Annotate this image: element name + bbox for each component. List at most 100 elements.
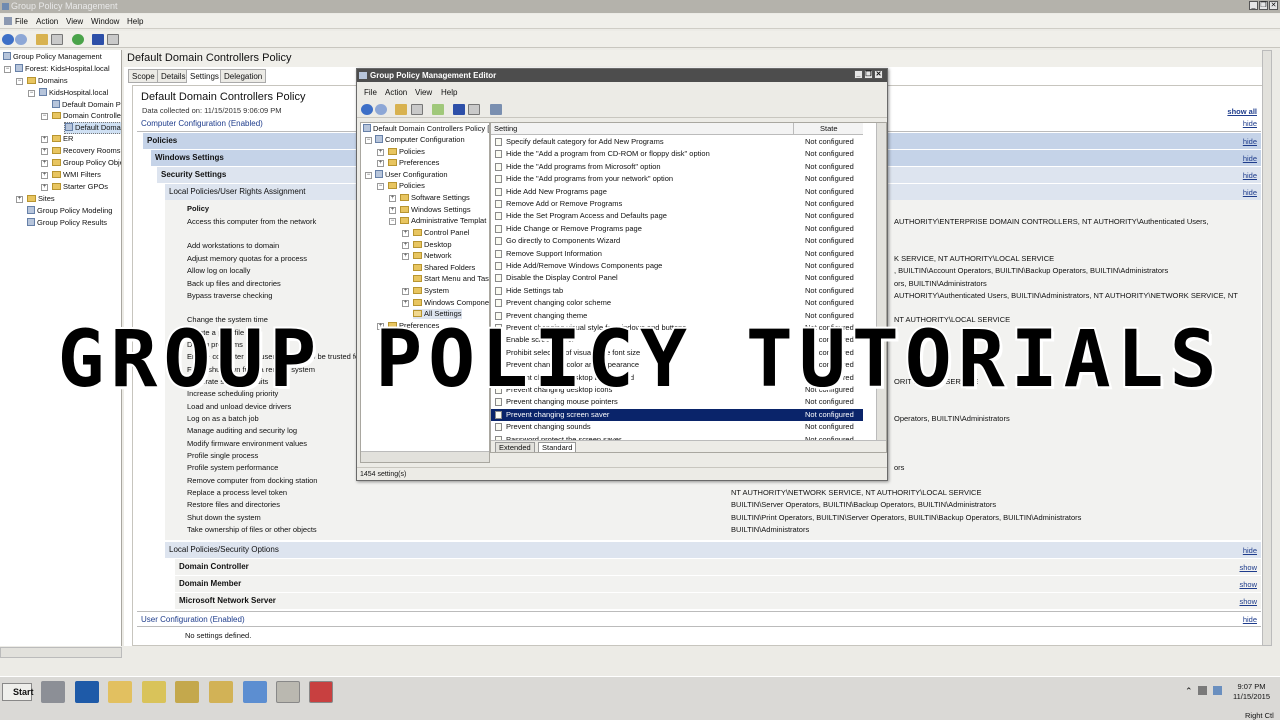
forward-icon[interactable] bbox=[375, 104, 387, 115]
gpme-tree-system[interactable]: System bbox=[413, 286, 449, 296]
tab-scope[interactable]: Scope bbox=[128, 69, 159, 83]
tree-node-sites[interactable]: Sites bbox=[27, 194, 55, 204]
hide-link[interactable]: hide bbox=[1243, 119, 1257, 128]
setting-row[interactable]: Hide Change or Remove Programs page Not c… bbox=[491, 223, 863, 235]
setting-row[interactable]: Prevent changing visual style for window… bbox=[491, 322, 863, 334]
menu-view[interactable]: View bbox=[66, 17, 83, 26]
expand-toggle-icon[interactable]: + bbox=[41, 148, 48, 155]
tree-node-gpm[interactable]: Group Policy Management bbox=[3, 52, 102, 62]
settings-list-vertical-scrollbar[interactable] bbox=[876, 123, 886, 440]
tab-extended[interactable]: Extended bbox=[495, 442, 535, 452]
gpme-tree-admin-templates[interactable]: Administrative Templat bbox=[400, 216, 486, 226]
gpme-tree-uc-policies[interactable]: Policies bbox=[388, 181, 425, 191]
show-link[interactable]: show bbox=[1239, 597, 1257, 606]
up-folder-icon[interactable] bbox=[395, 104, 407, 115]
state-column-header[interactable]: State bbox=[820, 123, 838, 135]
expand-toggle-icon[interactable]: + bbox=[402, 253, 409, 260]
setting-row[interactable]: Remove Support Information Not configured bbox=[491, 248, 863, 260]
setting-column-header[interactable]: Setting bbox=[494, 123, 794, 135]
tree-node-domain-controllers[interactable]: Domain Controlle bbox=[52, 111, 121, 121]
tree-node-starter-gpos[interactable]: Starter GPOs bbox=[52, 182, 108, 192]
tree-node-domains[interactable]: Domains bbox=[27, 76, 68, 86]
tray-network-icon[interactable] bbox=[1213, 686, 1222, 695]
domain-controller-section[interactable]: Domain Controller bbox=[175, 559, 1261, 575]
expand-toggle-icon[interactable]: − bbox=[365, 137, 372, 144]
tree-node-forest[interactable]: Forest: KidsHospital.local bbox=[15, 64, 110, 74]
setting-row[interactable]: Enable screen saver Not configured bbox=[491, 334, 863, 346]
gpme-tree-shared-folders[interactable]: Shared Folders bbox=[413, 263, 475, 273]
up-folder-icon[interactable] bbox=[36, 34, 48, 45]
expand-toggle-icon[interactable]: + bbox=[41, 160, 48, 167]
maximize-button[interactable]: ❐ bbox=[1259, 1, 1268, 10]
gpme-tree-network[interactable]: Network bbox=[413, 251, 452, 261]
file-explorer-icon[interactable] bbox=[108, 681, 132, 703]
setting-row[interactable]: Disable the Display Control Panel Not con… bbox=[491, 272, 863, 284]
gpme-tree-user-config[interactable]: User Configuration bbox=[375, 170, 448, 180]
setting-row[interactable]: Hide the "Add programs from your network… bbox=[491, 173, 863, 185]
gpme-tree-windows-components[interactable]: Windows Compone bbox=[413, 298, 489, 308]
expand-toggle-icon[interactable]: + bbox=[377, 149, 384, 156]
setting-row[interactable]: Prohibit selection of visual style font … bbox=[491, 347, 863, 359]
gpme-close-button[interactable]: ✕ bbox=[874, 70, 883, 79]
hide-link[interactable]: hide bbox=[1243, 137, 1257, 146]
gpme-tree-uc-preferences[interactable]: Preferences bbox=[388, 321, 439, 331]
expand-toggle-icon[interactable]: + bbox=[41, 136, 48, 143]
gpme-tree-desktop[interactable]: Desktop bbox=[413, 240, 452, 250]
show-hide-tree-icon[interactable] bbox=[51, 34, 63, 45]
expand-toggle-icon[interactable]: + bbox=[41, 172, 48, 179]
expand-toggle-icon[interactable]: + bbox=[402, 230, 409, 237]
setting-row[interactable]: Prevent changing desktop icons Not config… bbox=[491, 384, 863, 396]
gpme-tree-scrollbar[interactable] bbox=[361, 451, 489, 462]
setting-row[interactable]: Prevent changing color and appearance Not… bbox=[491, 359, 863, 371]
content-vertical-scrollbar[interactable] bbox=[1262, 50, 1272, 646]
filter-icon[interactable] bbox=[490, 104, 502, 115]
expand-toggle-icon[interactable]: − bbox=[28, 90, 35, 97]
sites-services-icon[interactable] bbox=[243, 681, 267, 703]
gpme-tree-all-settings[interactable]: All Settings bbox=[413, 309, 462, 319]
help-icon[interactable] bbox=[453, 104, 465, 115]
expand-toggle-icon[interactable]: − bbox=[377, 183, 384, 190]
tab-details[interactable]: Details bbox=[157, 69, 190, 83]
gpme-tree-software-settings[interactable]: Software Settings bbox=[400, 193, 470, 203]
tab-standard[interactable]: Standard bbox=[538, 442, 577, 452]
gpme-minimize-button[interactable]: _ bbox=[854, 70, 863, 79]
menu-help[interactable]: Help bbox=[127, 17, 143, 26]
show-link[interactable]: show bbox=[1239, 580, 1257, 589]
gpme-tree-control-panel[interactable]: Control Panel bbox=[413, 228, 469, 238]
user-configuration-header[interactable]: User Configuration (Enabled) bbox=[137, 611, 1261, 627]
back-icon[interactable] bbox=[2, 34, 14, 45]
gpme-tree-root[interactable]: Default Domain Controllers Policy [\ bbox=[363, 124, 489, 134]
setting-row[interactable]: Hide Add/Remove Windows Components page N… bbox=[491, 260, 863, 272]
expand-toggle-icon[interactable]: − bbox=[16, 78, 23, 85]
gpme-tree-cc-policies[interactable]: Policies bbox=[388, 147, 425, 157]
tree-node-domain[interactable]: KidsHospital.local bbox=[39, 88, 108, 98]
expand-toggle-icon[interactable]: + bbox=[377, 323, 384, 330]
start-button[interactable]: Start bbox=[2, 683, 34, 701]
expand-toggle-icon[interactable]: + bbox=[389, 207, 396, 214]
show-all-link[interactable]: show all bbox=[1227, 107, 1257, 116]
users-computers-icon[interactable] bbox=[142, 681, 166, 703]
gpme-maximize-button[interactable]: ❐ bbox=[864, 70, 873, 79]
menu-window[interactable]: Window bbox=[91, 17, 119, 26]
setting-row[interactable]: Prevent changing color scheme Not configu… bbox=[491, 297, 863, 309]
tree-node-er[interactable]: ER bbox=[52, 134, 73, 144]
tray-chevron-icon[interactable]: ⌃ bbox=[1185, 686, 1193, 697]
setting-row[interactable]: Prevent changing theme Not configured bbox=[491, 310, 863, 322]
powershell-icon[interactable] bbox=[75, 681, 99, 703]
close-button[interactable]: ✕ bbox=[1269, 1, 1278, 10]
hide-link[interactable]: hide bbox=[1243, 615, 1257, 624]
menu-action[interactable]: Action bbox=[36, 17, 58, 26]
setting-row[interactable]: Hide the "Add a program from CD-ROM or f… bbox=[491, 148, 863, 160]
server-manager-icon[interactable] bbox=[41, 681, 65, 703]
gpme-menu-file[interactable]: File bbox=[364, 88, 377, 97]
hide-link[interactable]: hide bbox=[1243, 188, 1257, 197]
tab-delegation[interactable]: Delegation bbox=[220, 69, 267, 83]
microsoft-network-server-section[interactable]: Microsoft Network Server bbox=[175, 593, 1261, 609]
tree-node-default-domain-controllers-policy[interactable]: Default Doma bbox=[64, 122, 121, 134]
setting-row[interactable]: Remove Add or Remove Programs Not configu… bbox=[491, 198, 863, 210]
tree-horizontal-scrollbar[interactable] bbox=[0, 647, 122, 658]
gpm-taskbar-icon[interactable] bbox=[175, 681, 199, 703]
back-icon[interactable] bbox=[361, 104, 373, 115]
tree-node-recovery-rooms[interactable]: Recovery Rooms bbox=[52, 146, 121, 156]
setting-row[interactable]: Specify default category for Add New Pro… bbox=[491, 136, 863, 148]
